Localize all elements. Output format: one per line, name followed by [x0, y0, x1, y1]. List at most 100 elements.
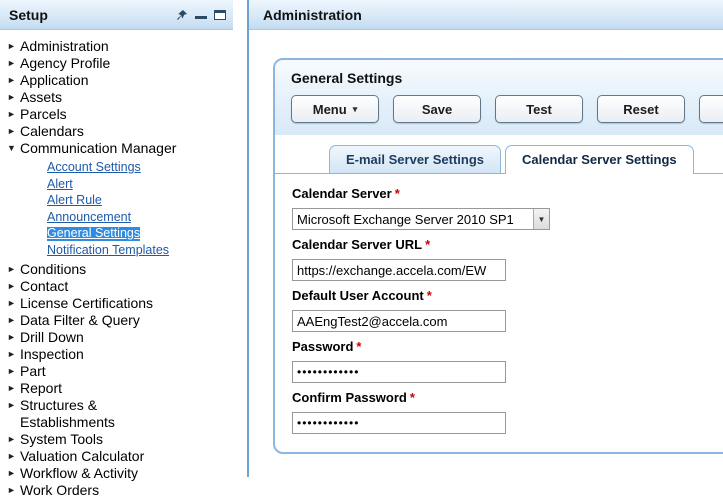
- sidebar-item-label: Workflow & Activity: [20, 465, 138, 482]
- calendar-server-form: Calendar Server* Microsoft Exchange Serv…: [275, 174, 723, 434]
- expand-arrow-icon: ►: [7, 346, 20, 363]
- password-field: Password*: [292, 339, 723, 383]
- confirm-password-input[interactable]: [292, 412, 506, 434]
- calendar-server-url-input[interactable]: [292, 259, 506, 281]
- sidebar-subitem-notification-templates[interactable]: Notification Templates: [47, 244, 169, 258]
- administration-header: Administration: [249, 0, 723, 30]
- sidebar-item-label: License Certifications: [20, 295, 153, 312]
- chevron-down-icon: ▾: [353, 104, 358, 115]
- toolbar: Menu ▾ Save Test Reset Help: [291, 95, 723, 123]
- sidebar-item-application[interactable]: ► Application: [7, 72, 229, 89]
- reset-button[interactable]: Reset: [597, 95, 685, 123]
- sidebar-item-system-tools[interactable]: ► System Tools: [7, 431, 229, 448]
- sidebar-item-label: Assets: [20, 89, 62, 106]
- sidebar-item-agency-profile[interactable]: ► Agency Profile: [7, 55, 229, 72]
- expand-arrow-icon: ►: [7, 72, 20, 89]
- password-input[interactable]: [292, 361, 506, 383]
- menu-button[interactable]: Menu ▾: [291, 95, 379, 123]
- expand-arrow-icon: ►: [7, 312, 20, 329]
- sidebar-subitem-alert-rule[interactable]: Alert Rule: [47, 194, 102, 208]
- field-label-text: Calendar Server URL: [292, 237, 422, 252]
- sidebar-item-conditions[interactable]: ► Conditions: [7, 261, 229, 278]
- administration-body: General Settings Menu ▾ Save Test Reset …: [249, 30, 723, 477]
- sidebar-item-data-filter-query[interactable]: ► Data Filter & Query: [7, 312, 229, 329]
- pin-icon[interactable]: [176, 9, 188, 21]
- expand-arrow-icon: ►: [7, 295, 20, 312]
- sidebar-item-label: Work Orders: [20, 482, 99, 499]
- sidebar-item-label: Report: [20, 380, 62, 397]
- sidebar-subitem-alert[interactable]: Alert: [47, 178, 73, 192]
- expand-arrow-icon: ►: [7, 278, 20, 295]
- setup-header: Setup: [0, 0, 233, 30]
- expand-arrow-icon: ►: [7, 465, 20, 482]
- expand-arrow-icon: ►: [7, 329, 20, 346]
- sidebar-item-label: Conditions: [20, 261, 86, 278]
- general-settings-box: General Settings Menu ▾ Save Test Reset …: [273, 58, 723, 454]
- sidebar-item-part[interactable]: ► Part: [7, 363, 229, 380]
- calendar-server-select[interactable]: Microsoft Exchange Server 2010 SP1 ▼: [292, 208, 550, 230]
- expand-arrow-icon: ►: [7, 380, 20, 397]
- sidebar-subitem-general-settings[interactable]: General Settings: [47, 227, 140, 241]
- sidebar-item-assets[interactable]: ► Assets: [7, 89, 229, 106]
- calendar-server-label: Calendar Server*: [292, 186, 723, 202]
- help-button[interactable]: Help: [699, 95, 723, 123]
- field-label-text: Default User Account: [292, 288, 424, 303]
- sidebar-item-label: Structures & Establishments: [20, 397, 188, 431]
- sidebar-item-report[interactable]: ► Report: [7, 380, 229, 397]
- sidebar-item-calendars[interactable]: ► Calendars: [7, 123, 229, 140]
- default-user-account-field: Default User Account*: [292, 288, 723, 332]
- sidebar-item-structures-establishments[interactable]: ► Structures & Establishments: [7, 397, 229, 431]
- sidebar-subitem-account-settings[interactable]: Account Settings: [47, 161, 141, 175]
- expand-arrow-icon: ►: [7, 123, 20, 140]
- required-asterisk: *: [356, 339, 361, 354]
- calendar-server-url-field: Calendar Server URL*: [292, 237, 723, 281]
- select-value: Microsoft Exchange Server 2010 SP1: [293, 212, 518, 227]
- setup-sidebar: Setup ► Administration ► Agency Profile …: [0, 0, 233, 477]
- setup-tree: ► Administration ► Agency Profile ► Appl…: [0, 30, 233, 499]
- sidebar-item-label: Part: [20, 363, 46, 380]
- sidebar-item-label: Agency Profile: [20, 55, 110, 72]
- dropdown-arrow-icon: ▼: [533, 209, 549, 229]
- field-label-text: Calendar Server: [292, 186, 392, 201]
- tab-calendar-server-settings[interactable]: Calendar Server Settings: [505, 145, 694, 174]
- sidebar-item-license-certifications[interactable]: ► License Certifications: [7, 295, 229, 312]
- sidebar-item-label: Calendars: [20, 123, 84, 140]
- general-settings-content: E-mail Server Settings Calendar Server S…: [275, 135, 723, 434]
- expand-arrow-icon: ►: [7, 89, 20, 106]
- communication-manager-children: Account Settings Alert Alert Rule Announ…: [7, 157, 229, 261]
- sidebar-item-inspection[interactable]: ► Inspection: [7, 346, 229, 363]
- sidebar-item-administration[interactable]: ► Administration: [7, 38, 229, 55]
- sidebar-item-label: Drill Down: [20, 329, 84, 346]
- sidebar-item-work-orders[interactable]: ► Work Orders: [7, 482, 229, 499]
- calendar-server-url-label: Calendar Server URL*: [292, 237, 723, 253]
- field-label-text: Confirm Password: [292, 390, 407, 405]
- sidebar-item-drill-down[interactable]: ► Drill Down: [7, 329, 229, 346]
- expand-arrow-icon: ►: [7, 363, 20, 380]
- sidebar-item-label: Administration: [20, 38, 109, 55]
- administration-panel: Administration General Settings Menu ▾ S…: [247, 0, 723, 477]
- sidebar-subitem-announcement[interactable]: Announcement: [47, 211, 131, 225]
- sidebar-item-label: Application: [20, 72, 89, 89]
- sidebar-item-parcels[interactable]: ► Parcels: [7, 106, 229, 123]
- collapse-arrow-icon: ▼: [7, 140, 20, 157]
- calendar-server-field: Calendar Server* Microsoft Exchange Serv…: [292, 186, 723, 230]
- sidebar-item-workflow-activity[interactable]: ► Workflow & Activity: [7, 465, 229, 482]
- sidebar-item-label: Valuation Calculator: [20, 448, 144, 465]
- window-controls: [176, 9, 226, 21]
- sidebar-item-communication-manager[interactable]: ▼ Communication Manager: [7, 140, 229, 157]
- required-asterisk: *: [425, 237, 430, 252]
- expand-arrow-icon: ►: [7, 448, 20, 465]
- sidebar-item-contact[interactable]: ► Contact: [7, 278, 229, 295]
- required-asterisk: *: [427, 288, 432, 303]
- tab-email-server-settings[interactable]: E-mail Server Settings: [329, 145, 501, 173]
- save-button[interactable]: Save: [393, 95, 481, 123]
- expand-arrow-icon: ►: [7, 38, 20, 55]
- default-user-account-input[interactable]: [292, 310, 506, 332]
- expand-arrow-icon: ►: [7, 106, 20, 123]
- maximize-icon[interactable]: [214, 10, 226, 20]
- test-button[interactable]: Test: [495, 95, 583, 123]
- default-user-account-label: Default User Account*: [292, 288, 723, 304]
- minimize-icon[interactable]: [195, 10, 207, 19]
- menu-button-label: Menu: [313, 102, 347, 117]
- sidebar-item-valuation-calculator[interactable]: ► Valuation Calculator: [7, 448, 229, 465]
